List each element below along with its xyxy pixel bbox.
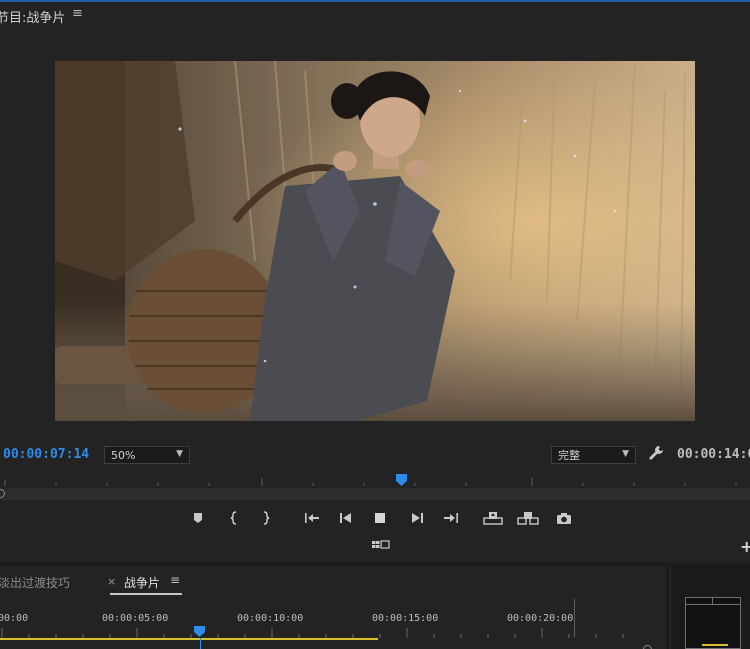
step-forward-icon[interactable] — [405, 507, 429, 529]
time-ruler-label: 00:00:10:00 — [237, 613, 304, 624]
audio-meter — [685, 597, 741, 649]
bottom-dock: 淡出过渡技巧 × 战争片 ≡ 00:00 00:00:05:00 00:00:1… — [0, 566, 750, 649]
go-to-in-icon[interactable] — [300, 507, 324, 529]
program-monitor-panel: 节目:战争片 ≡ 00:00:07:14 50% ▼ 完整 ▼ 00:00:14… — [0, 0, 750, 562]
timeline-playhead-line — [200, 638, 201, 649]
current-timecode[interactable]: 00:00:07:14 — [3, 447, 89, 462]
transport-controls — [0, 507, 750, 531]
chevron-down-icon: ▼ — [176, 449, 183, 459]
program-monitor-title[interactable]: 节目:战争片 — [0, 7, 65, 26]
time-ruler-label: 00:00 — [0, 613, 29, 624]
add-marker-icon[interactable] — [186, 507, 210, 529]
video-frame-image — [55, 61, 695, 421]
hamburger-menu-icon[interactable]: ≡ — [170, 573, 180, 587]
video-preview[interactable] — [55, 61, 695, 421]
playback-resolution-select[interactable]: 完整 ▼ — [551, 446, 636, 464]
zoom-level-select[interactable]: 50% ▼ — [104, 446, 190, 464]
step-back-icon[interactable] — [334, 507, 358, 529]
stop-icon[interactable] — [368, 507, 392, 529]
duration-timecode: 00:00:14:0 — [677, 447, 750, 462]
audio-meter-header — [686, 598, 740, 605]
multicam-view-icon[interactable] — [369, 536, 393, 554]
plus-icon[interactable]: + — [740, 537, 750, 556]
camera-icon[interactable] — [552, 507, 576, 529]
close-icon[interactable]: × — [107, 575, 116, 588]
hamburger-menu-icon[interactable]: ≡ — [72, 6, 83, 21]
time-ruler-label: 00:00:05:00 — [102, 613, 169, 624]
program-monitor-tabbar: 节目:战争片 ≡ — [0, 2, 750, 30]
audio-meter-level — [702, 644, 728, 646]
active-tab-underline — [110, 593, 182, 595]
mark-out-icon[interactable] — [254, 507, 278, 529]
playback-resolution-value: 完整 — [558, 449, 580, 462]
tab-timeline-war-film[interactable]: 战争片 — [124, 574, 160, 591]
chevron-down-icon: ▼ — [622, 449, 629, 459]
lift-icon[interactable] — [481, 507, 505, 529]
go-to-out-icon[interactable] — [439, 507, 463, 529]
timeline-panel: 淡出过渡技巧 × 战争片 ≡ 00:00 00:00:05:00 00:00:1… — [0, 566, 666, 649]
mark-in-icon[interactable] — [222, 507, 246, 529]
timeline-playhead[interactable] — [194, 626, 206, 638]
mini-scrub-track[interactable] — [0, 488, 750, 500]
extract-icon[interactable] — [516, 507, 540, 529]
playhead-marker[interactable] — [396, 474, 408, 488]
timeline-ruler[interactable] — [0, 626, 640, 638]
wrench-icon[interactable] — [648, 445, 664, 461]
time-ruler-label: 00:00:20:00 — [507, 613, 574, 624]
audio-meter-divider — [712, 598, 713, 605]
zoom-level-value: 50% — [111, 448, 136, 462]
zoom-scroll-handle[interactable] — [643, 645, 652, 649]
in-out-range-bar — [0, 638, 378, 640]
mini-time-ruler[interactable] — [0, 472, 750, 488]
tab-timeline-fade-tips[interactable]: 淡出过渡技巧 — [0, 574, 70, 591]
time-ruler-label: 00:00:15:00 — [372, 613, 439, 624]
